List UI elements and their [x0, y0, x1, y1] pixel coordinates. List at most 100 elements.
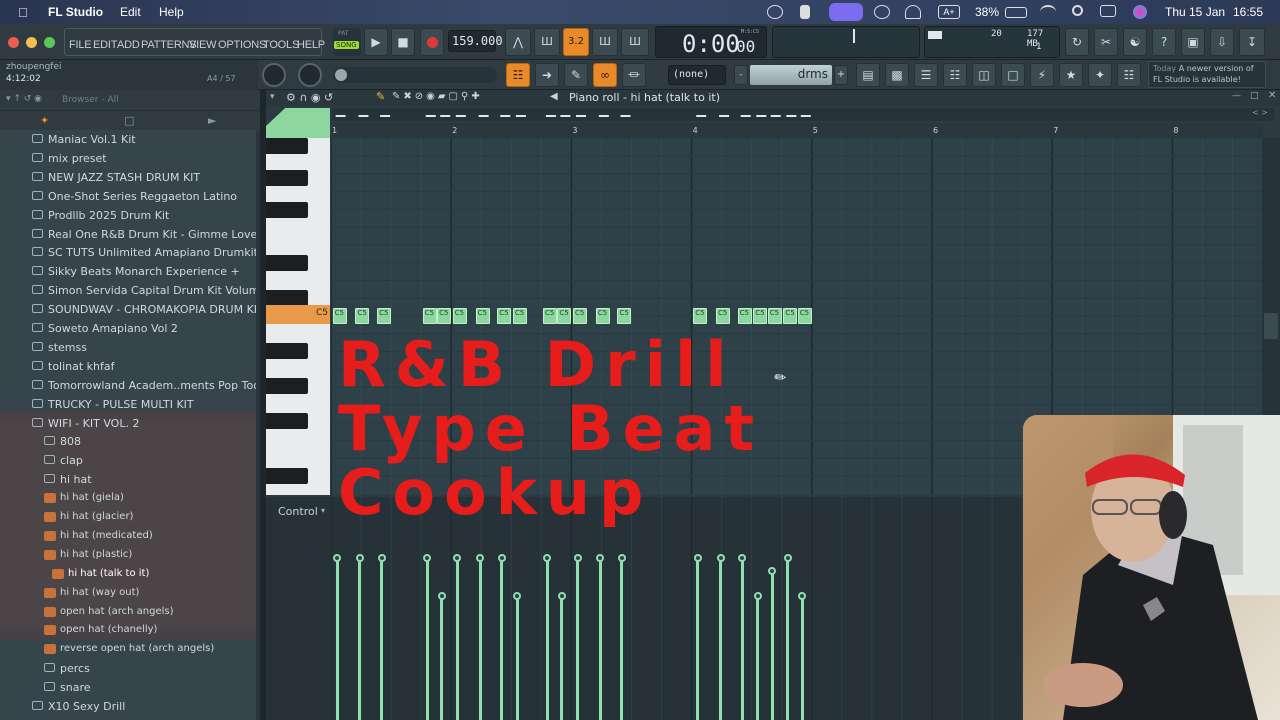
countdown-button[interactable]: 3.2 — [563, 28, 589, 56]
piano-keyboard[interactable]: C5 — [266, 138, 330, 495]
browser-tab-files-icon[interactable]: □ — [124, 114, 134, 127]
piano-roll-tools-icons[interactable]: ⚙ ∩ ◉ ↺ — [286, 91, 333, 104]
snap-select[interactable]: (none) — [668, 65, 726, 85]
note-c5[interactable]: C5 — [332, 308, 347, 324]
velocity-handle[interactable] — [768, 566, 777, 575]
velocity-bar[interactable] — [719, 558, 723, 720]
velocity-bar[interactable] — [620, 558, 624, 720]
velocity-bar[interactable] — [800, 595, 804, 720]
pencil-tool-icon[interactable]: ✎ — [376, 90, 385, 103]
note-c5[interactable]: C5 — [422, 308, 437, 324]
piano-roll-button[interactable]: ☷ — [506, 63, 530, 87]
black-key[interactable] — [266, 343, 308, 359]
menu-tools[interactable]: TOOLS — [263, 39, 299, 51]
menu-edit-fl[interactable]: EDIT — [93, 39, 117, 51]
velocity-bar[interactable] — [696, 558, 700, 720]
download-button[interactable]: ↧ — [1239, 28, 1265, 56]
browser-item[interactable]: hi hat (medicated) — [0, 527, 260, 546]
velocity-bar[interactable] — [478, 558, 482, 720]
timeline-ruler[interactable]: 1 2 3 4 5 6 7 8 — [332, 123, 1263, 138]
browser-item[interactable]: hi hat (way out) — [0, 584, 260, 603]
browser-item[interactable]: open hat (chanelly) — [0, 621, 260, 640]
app-name[interactable]: FL Studio — [48, 5, 103, 19]
browser-item[interactable]: open hat (arch angels) — [0, 603, 260, 622]
velocity-handle[interactable] — [557, 591, 566, 600]
velocity-bar[interactable] — [560, 595, 564, 720]
siri-icon[interactable] — [1133, 5, 1147, 19]
browser-tab-all-icon[interactable]: ✦ — [40, 114, 49, 127]
browser-item[interactable]: SC TUTS Unlimited Amapiano Drumkit — [0, 243, 260, 262]
velocity-handle[interactable] — [377, 554, 386, 562]
note-c5[interactable]: C5 — [767, 308, 782, 324]
browser-item[interactable]: mix preset — [0, 149, 260, 168]
browser-item[interactable]: WIFI - KIT VOL. 2 — [0, 414, 260, 433]
save-button[interactable]: ▣ — [1181, 28, 1205, 56]
help-button[interactable]: ? — [1152, 28, 1176, 56]
timeline-scroll-arrows[interactable]: < > — [1246, 108, 1274, 121]
master-pitch-knob[interactable] — [298, 63, 322, 87]
note-c5[interactable]: C5 — [595, 308, 610, 324]
browser-item[interactable]: TRUCKY - PULSE MULTI KIT — [0, 395, 260, 414]
pat-song-switch[interactable]: PAT SONG — [333, 28, 361, 56]
clock-date[interactable]: Thu 15 Jan — [1165, 5, 1225, 19]
control-center-icon[interactable] — [1100, 5, 1116, 17]
menu-help-fl[interactable]: HELP — [297, 39, 325, 51]
velocity-bar[interactable] — [545, 558, 549, 720]
record-button[interactable] — [420, 28, 444, 56]
wizard-button[interactable]: ★ — [1059, 63, 1083, 87]
menu-file[interactable]: FILE — [69, 39, 92, 51]
screen-record-icon[interactable] — [829, 3, 863, 21]
export-button[interactable]: ⇩ — [1210, 28, 1234, 56]
wait-input-button[interactable]: Ш — [534, 28, 560, 56]
control-select[interactable]: Control — [278, 505, 318, 518]
velocity-bar[interactable] — [740, 558, 744, 720]
velocity-handle[interactable] — [617, 554, 626, 562]
step-button[interactable]: ➜ — [535, 63, 559, 87]
browser-item[interactable]: hi hat — [0, 470, 260, 489]
black-key[interactable] — [266, 413, 308, 429]
battery-icon[interactable] — [1005, 7, 1027, 18]
velocity-handle[interactable] — [716, 554, 725, 562]
plugin-button[interactable]: ⚡ — [1030, 63, 1054, 87]
browser-item[interactable]: hi hat (talk to it) — [0, 565, 260, 584]
speaker-icon[interactable]: ◀ — [550, 91, 558, 102]
window-close-icon[interactable] — [8, 37, 19, 48]
apple-icon[interactable]:  — [18, 5, 28, 20]
channel-selector[interactable]: drms — [750, 65, 832, 85]
velocity-bar[interactable] — [786, 558, 790, 720]
vertical-scroll-thumb[interactable] — [1264, 313, 1278, 339]
play-button[interactable]: ▶ — [364, 28, 388, 56]
note-c5[interactable]: C5 — [437, 308, 452, 324]
play-circle-icon[interactable] — [874, 5, 890, 19]
velocity-handle[interactable] — [693, 554, 702, 562]
velocity-bar[interactable] — [380, 558, 384, 720]
patcher-button[interactable]: ◫ — [972, 63, 996, 87]
browser-item[interactable]: stemss — [0, 338, 260, 357]
browser-item[interactable]: snare — [0, 678, 260, 697]
browser-item[interactable]: Tomorrowland Academ..ments Pop Tools WAV — [0, 376, 260, 395]
piano-roll-menu-icon[interactable]: ▾ — [270, 92, 275, 102]
browser-tab-speaker-icon[interactable]: ► — [208, 114, 216, 127]
note-c5[interactable]: C5 — [716, 308, 731, 324]
browser-item[interactable]: hi hat (glacier) — [0, 508, 260, 527]
browser-title[interactable]: Browser - All — [62, 95, 119, 105]
browser-nav-icons[interactable]: ▾ ↑ ↺ ◉ — [6, 94, 42, 104]
piano-roll-title[interactable]: Piano roll - hi hat (talk to it) — [569, 91, 720, 104]
tempo-display[interactable]: 159.000 — [448, 30, 503, 52]
control-chevron-icon[interactable]: ▾ — [321, 506, 325, 515]
window-zoom-icon[interactable] — [44, 37, 55, 48]
news-panel[interactable]: Today A newer version of FL Studio is av… — [1148, 61, 1266, 88]
browser-item[interactable]: reverse open hat (arch angels) — [0, 640, 260, 659]
step-edit-button[interactable]: Ш — [592, 28, 618, 56]
mic-button[interactable]: ☯ — [1123, 28, 1147, 56]
key-c5-highlight[interactable]: C5 — [266, 305, 330, 324]
metronome-button[interactable]: ⋀ — [505, 28, 531, 56]
note-c5[interactable]: C5 — [737, 308, 752, 324]
black-key[interactable] — [266, 468, 308, 484]
velocity-bar[interactable] — [440, 595, 444, 720]
macros-button[interactable]: ✦ — [1088, 63, 1112, 87]
note-c5[interactable]: C5 — [512, 308, 527, 324]
browser-button[interactable]: □ — [1001, 63, 1025, 87]
note-c5[interactable]: C5 — [377, 308, 392, 324]
browser-scrollbar[interactable] — [256, 130, 260, 720]
